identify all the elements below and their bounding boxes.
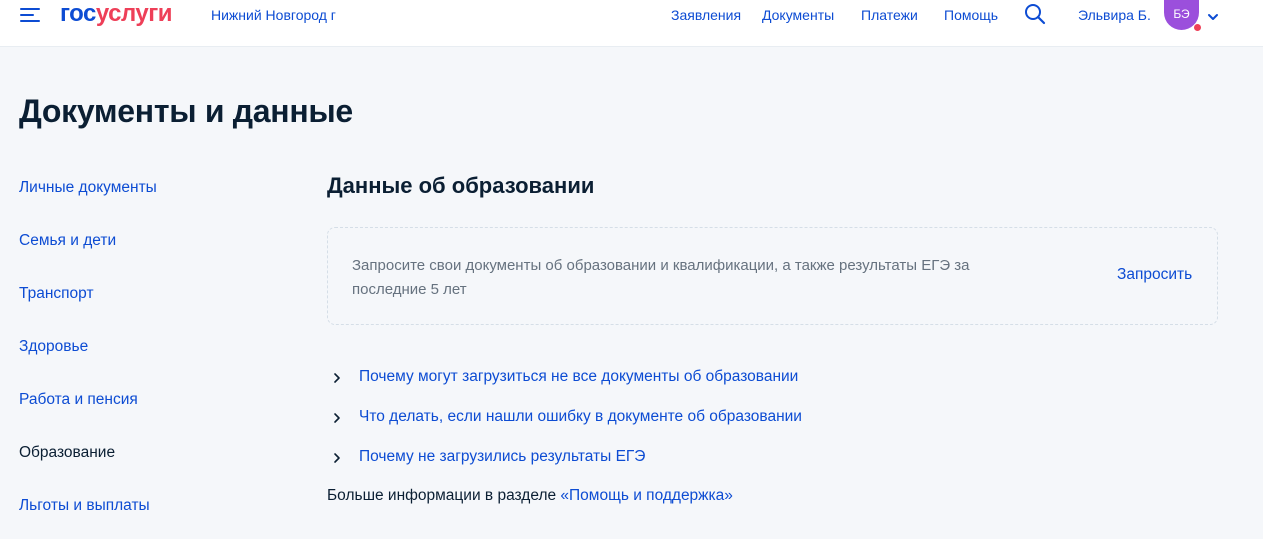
sidebar-item-work-pension[interactable]: Работа и пенсия <box>19 391 138 409</box>
more-info-text: Больше информации в разделе <box>327 487 561 504</box>
gosuslugi-logo[interactable]: госуслуги <box>60 0 173 28</box>
request-card-text: Запросите свои документы об образовании … <box>352 257 970 298</box>
user-name[interactable]: Эльвира Б. <box>1078 7 1151 23</box>
more-info: Больше информации в разделе «Помощь и по… <box>327 487 733 505</box>
top-header: госуслуги Нижний Новгород г Заявления До… <box>0 0 1263 47</box>
page-title: Документы и данные <box>19 93 353 129</box>
sidebar-item-health[interactable]: Здоровье <box>19 338 88 356</box>
sidebar-item-transport[interactable]: Транспорт <box>19 285 94 303</box>
notification-dot <box>1193 23 1202 32</box>
request-card: Запросите свои документы об образовании … <box>327 227 1218 325</box>
chevron-down-icon[interactable] <box>1207 9 1219 20</box>
search-icon[interactable] <box>1024 3 1046 25</box>
request-button[interactable]: Запросить <box>1117 266 1192 284</box>
menu-icon[interactable] <box>20 8 42 24</box>
logo-text-part1: гос <box>60 0 96 27</box>
sidebar-item-education[interactable]: Образование <box>19 444 115 462</box>
sidebar-item-family[interactable]: Семья и дети <box>19 232 116 250</box>
faq-item-label: Почему не загрузились результаты ЕГЭ <box>359 448 646 465</box>
chevron-right-icon <box>334 453 340 463</box>
sidebar-item-benefits[interactable]: Льготы и выплаты <box>19 497 150 515</box>
help-support-link[interactable]: «Помощь и поддержка» <box>560 487 733 504</box>
faq-item-label: Что делать, если нашли ошибку в документ… <box>359 408 802 425</box>
city-selector[interactable]: Нижний Новгород г <box>211 7 336 23</box>
nav-help[interactable]: Помощь <box>944 7 998 23</box>
section-title: Данные об образовании <box>327 173 595 198</box>
sidebar-item-personal-documents[interactable]: Личные документы <box>19 179 157 197</box>
nav-payments[interactable]: Платежи <box>861 7 918 23</box>
nav-documents[interactable]: Документы <box>762 7 834 23</box>
nav-applications[interactable]: Заявления <box>671 7 741 23</box>
chevron-right-icon <box>334 373 340 383</box>
faq-item-label: Почему могут загрузиться не все документ… <box>359 368 799 385</box>
chevron-right-icon <box>334 413 340 423</box>
logo-text-part2: услуги <box>95 0 173 27</box>
